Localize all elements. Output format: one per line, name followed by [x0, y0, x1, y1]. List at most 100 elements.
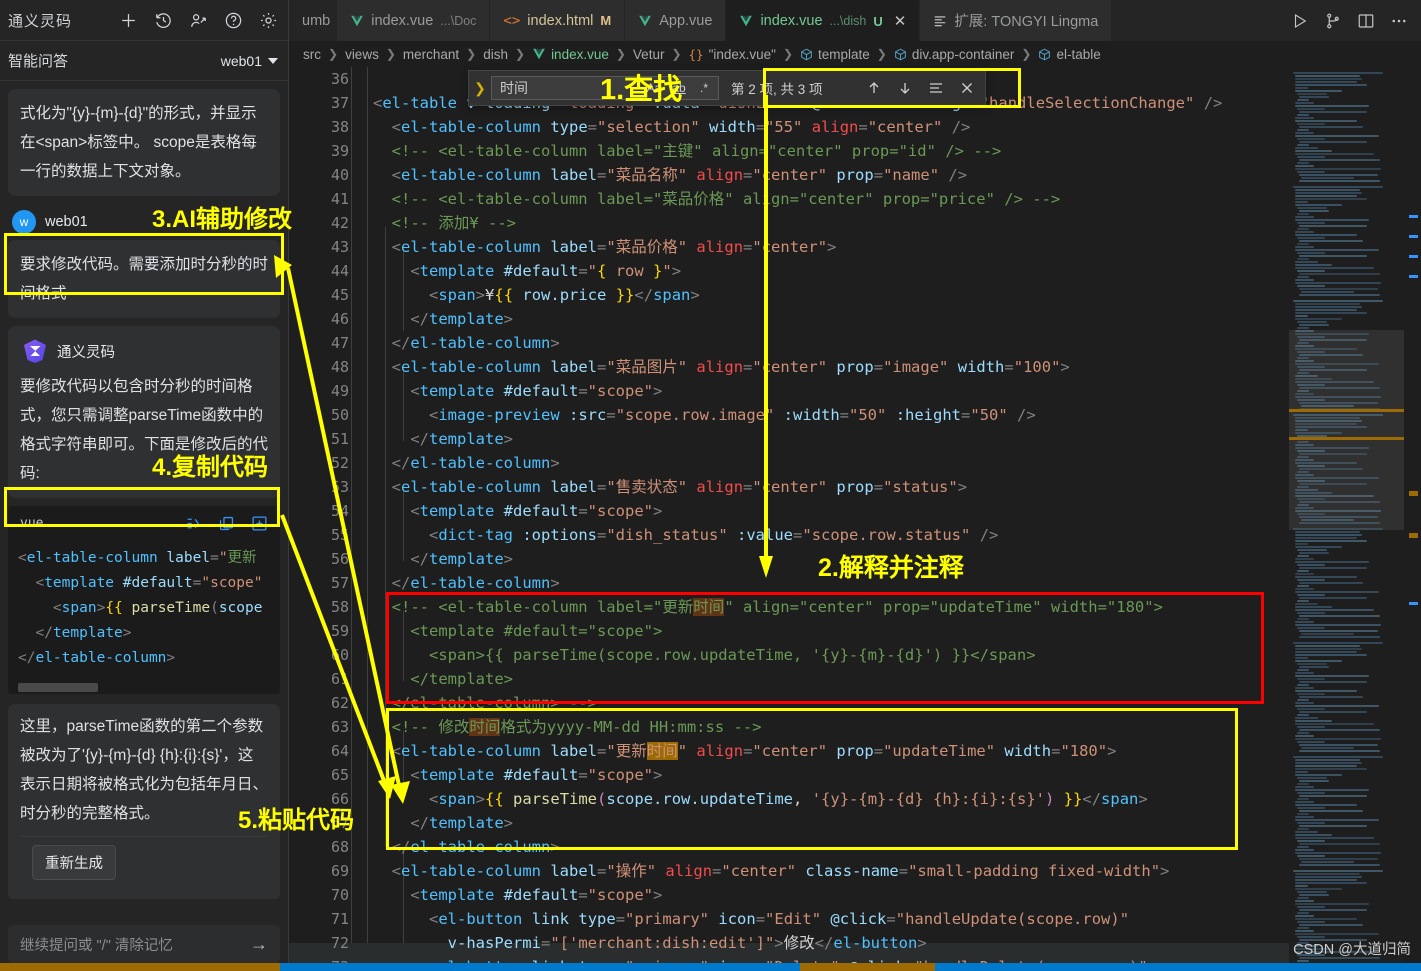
minimap-line — [1295, 192, 1363, 194]
minimap-line — [1297, 840, 1326, 842]
code-line: <image-preview :src="scope.row.image" :w… — [429, 406, 1036, 424]
minimap-line — [1301, 291, 1354, 293]
minimap-line — [1299, 843, 1380, 845]
minimap-line — [1295, 687, 1314, 689]
share-icon[interactable] — [189, 11, 208, 30]
breadcrumb-item-merchant[interactable]: merchant — [403, 47, 459, 62]
split-editor-icon[interactable] — [1357, 12, 1375, 30]
minimap-line — [1299, 288, 1378, 290]
minimap-line — [1295, 132, 1314, 134]
model-selector[interactable]: web01 — [221, 53, 278, 69]
minimap-line — [1299, 111, 1368, 113]
breadcrumb-item-index-vue[interactable]: index.vue — [551, 47, 609, 62]
minimap-line — [1295, 102, 1314, 104]
minimap-line — [1295, 78, 1363, 80]
tab-extension-tongyi-lingma[interactable]: 扩展: TONGYI Lingma — [920, 0, 1113, 41]
minimap-line — [1297, 549, 1328, 551]
minimap-line — [1299, 729, 1380, 731]
line-number: 60 — [330, 646, 349, 664]
avatar: w — [12, 210, 36, 234]
line-number: 36 — [330, 70, 349, 88]
insert-at-cursor-icon[interactable] — [185, 515, 202, 532]
toggle-replace-icon[interactable]: ❯ — [469, 80, 491, 97]
code-line: <el-table-column label="操作" align="cente… — [391, 862, 1170, 880]
copy-icon[interactable] — [218, 515, 235, 532]
minimap-line — [1301, 747, 1354, 749]
lingma-subheader: 智能问答 web01 — [0, 41, 288, 81]
status-bar-segment — [0, 963, 280, 971]
breadcrumb[interactable]: src ❯ views ❯ merchant ❯ dish ❯ index.vu… — [289, 41, 1421, 67]
close-icon[interactable] — [959, 80, 975, 96]
chat-input[interactable]: 继续提问或 "/" 清除记忆 → — [8, 925, 280, 963]
minimap-line — [1297, 585, 1309, 587]
minimap-line — [1297, 627, 1326, 629]
code-line: </template> — [410, 310, 513, 328]
breadcrumb-item-index-vue-symbol[interactable]: "index.vue" — [709, 47, 776, 62]
minimap-line — [1293, 300, 1384, 302]
breadcrumb-item-el-table[interactable]: el-table — [1056, 47, 1100, 62]
minimap-line — [1295, 660, 1343, 662]
minimap-line — [1299, 597, 1368, 599]
status-bar[interactable] — [0, 963, 1421, 971]
new-file-icon[interactable] — [251, 515, 268, 532]
code-block-hscrollbar[interactable] — [18, 683, 98, 692]
code-line: <dict-tag :options="dish_status" :value=… — [429, 526, 999, 544]
gear-icon[interactable] — [259, 11, 278, 30]
close-icon[interactable]: ✕ — [894, 12, 907, 30]
minimap-line — [1295, 654, 1368, 656]
use-regex-icon[interactable]: .* — [694, 79, 714, 98]
find-widget[interactable]: ❯ 时间 Aa ab .* 第 2 项, 共 3 项 — [468, 70, 986, 106]
breadcrumb-item-src[interactable]: src — [303, 47, 321, 62]
regenerate-button[interactable]: 重新生成 — [32, 845, 116, 880]
breadcrumb-item-dish[interactable]: dish — [483, 47, 508, 62]
minimap-line — [1299, 615, 1380, 617]
tab-umb[interactable]: umb — [289, 0, 338, 41]
run-icon[interactable] — [1291, 12, 1309, 30]
line-number: 54 — [330, 502, 349, 520]
split-source-control-icon[interactable] — [1324, 12, 1342, 30]
previous-match-icon[interactable] — [866, 80, 882, 96]
code-line: </template> — [373, 670, 513, 688]
minimap-match-highlight — [1289, 409, 1404, 412]
minimap-line — [1297, 555, 1309, 557]
line-number: 41 — [330, 190, 349, 208]
more-actions-icon[interactable] — [1390, 12, 1408, 30]
minimap-line — [1297, 156, 1326, 158]
help-icon[interactable] — [224, 11, 243, 30]
minimap-line — [1295, 90, 1343, 92]
tab-index-html[interactable]: <> index.html M — [490, 0, 626, 41]
minimap-line — [1299, 696, 1364, 698]
minimap-slider[interactable] — [1289, 330, 1404, 530]
breadcrumb-item-template[interactable]: template — [818, 47, 870, 62]
arrow-right-icon[interactable]: → — [250, 934, 268, 955]
minimap-line — [1297, 327, 1309, 329]
breadcrumb-item-div-app-container[interactable]: div.app-container — [912, 47, 1015, 62]
minimap-line — [1295, 876, 1363, 878]
find-in-selection-icon[interactable] — [928, 80, 944, 96]
code-line: <el-table-column label="菜品图片" align="cen… — [391, 358, 1070, 376]
code-line: <template #default="{ row }"> — [410, 262, 682, 280]
tab-app-vue[interactable]: App.vue — [625, 0, 727, 41]
minimap-line — [1295, 705, 1379, 707]
minimap-line — [1295, 888, 1343, 890]
minimap-line — [1299, 582, 1364, 584]
history-icon[interactable] — [154, 11, 173, 30]
minimap-line — [1295, 216, 1314, 218]
code-line: </template> — [410, 430, 513, 448]
tab-index-vue-dish[interactable]: index.vue ...\dish U ✕ — [726, 0, 921, 41]
minimap-line — [1295, 672, 1314, 674]
minimap-line — [1295, 543, 1308, 545]
tab-index-vue-doc[interactable]: index.vue ...\Doc — [337, 0, 491, 41]
plus-icon[interactable] — [119, 11, 138, 30]
breadcrumb-item-vetur[interactable]: Vetur — [633, 47, 665, 62]
minimap-line — [1295, 231, 1314, 233]
code-editor-surface[interactable]: 36 37 38 39 40 41 42 43 44 45 46 47 48 4… — [289, 67, 1421, 971]
assistant-code-block: vue <el-table-column label="更新 <template… — [8, 506, 280, 694]
minimap-line — [1295, 534, 1363, 536]
find-actions — [866, 80, 985, 96]
minimap-line — [1295, 606, 1332, 608]
code-line: <template #default="scope"> — [410, 382, 663, 400]
next-match-icon[interactable] — [897, 80, 913, 96]
breadcrumb-item-views[interactable]: views — [345, 47, 379, 62]
editor-scrollbar[interactable] — [1404, 67, 1421, 971]
